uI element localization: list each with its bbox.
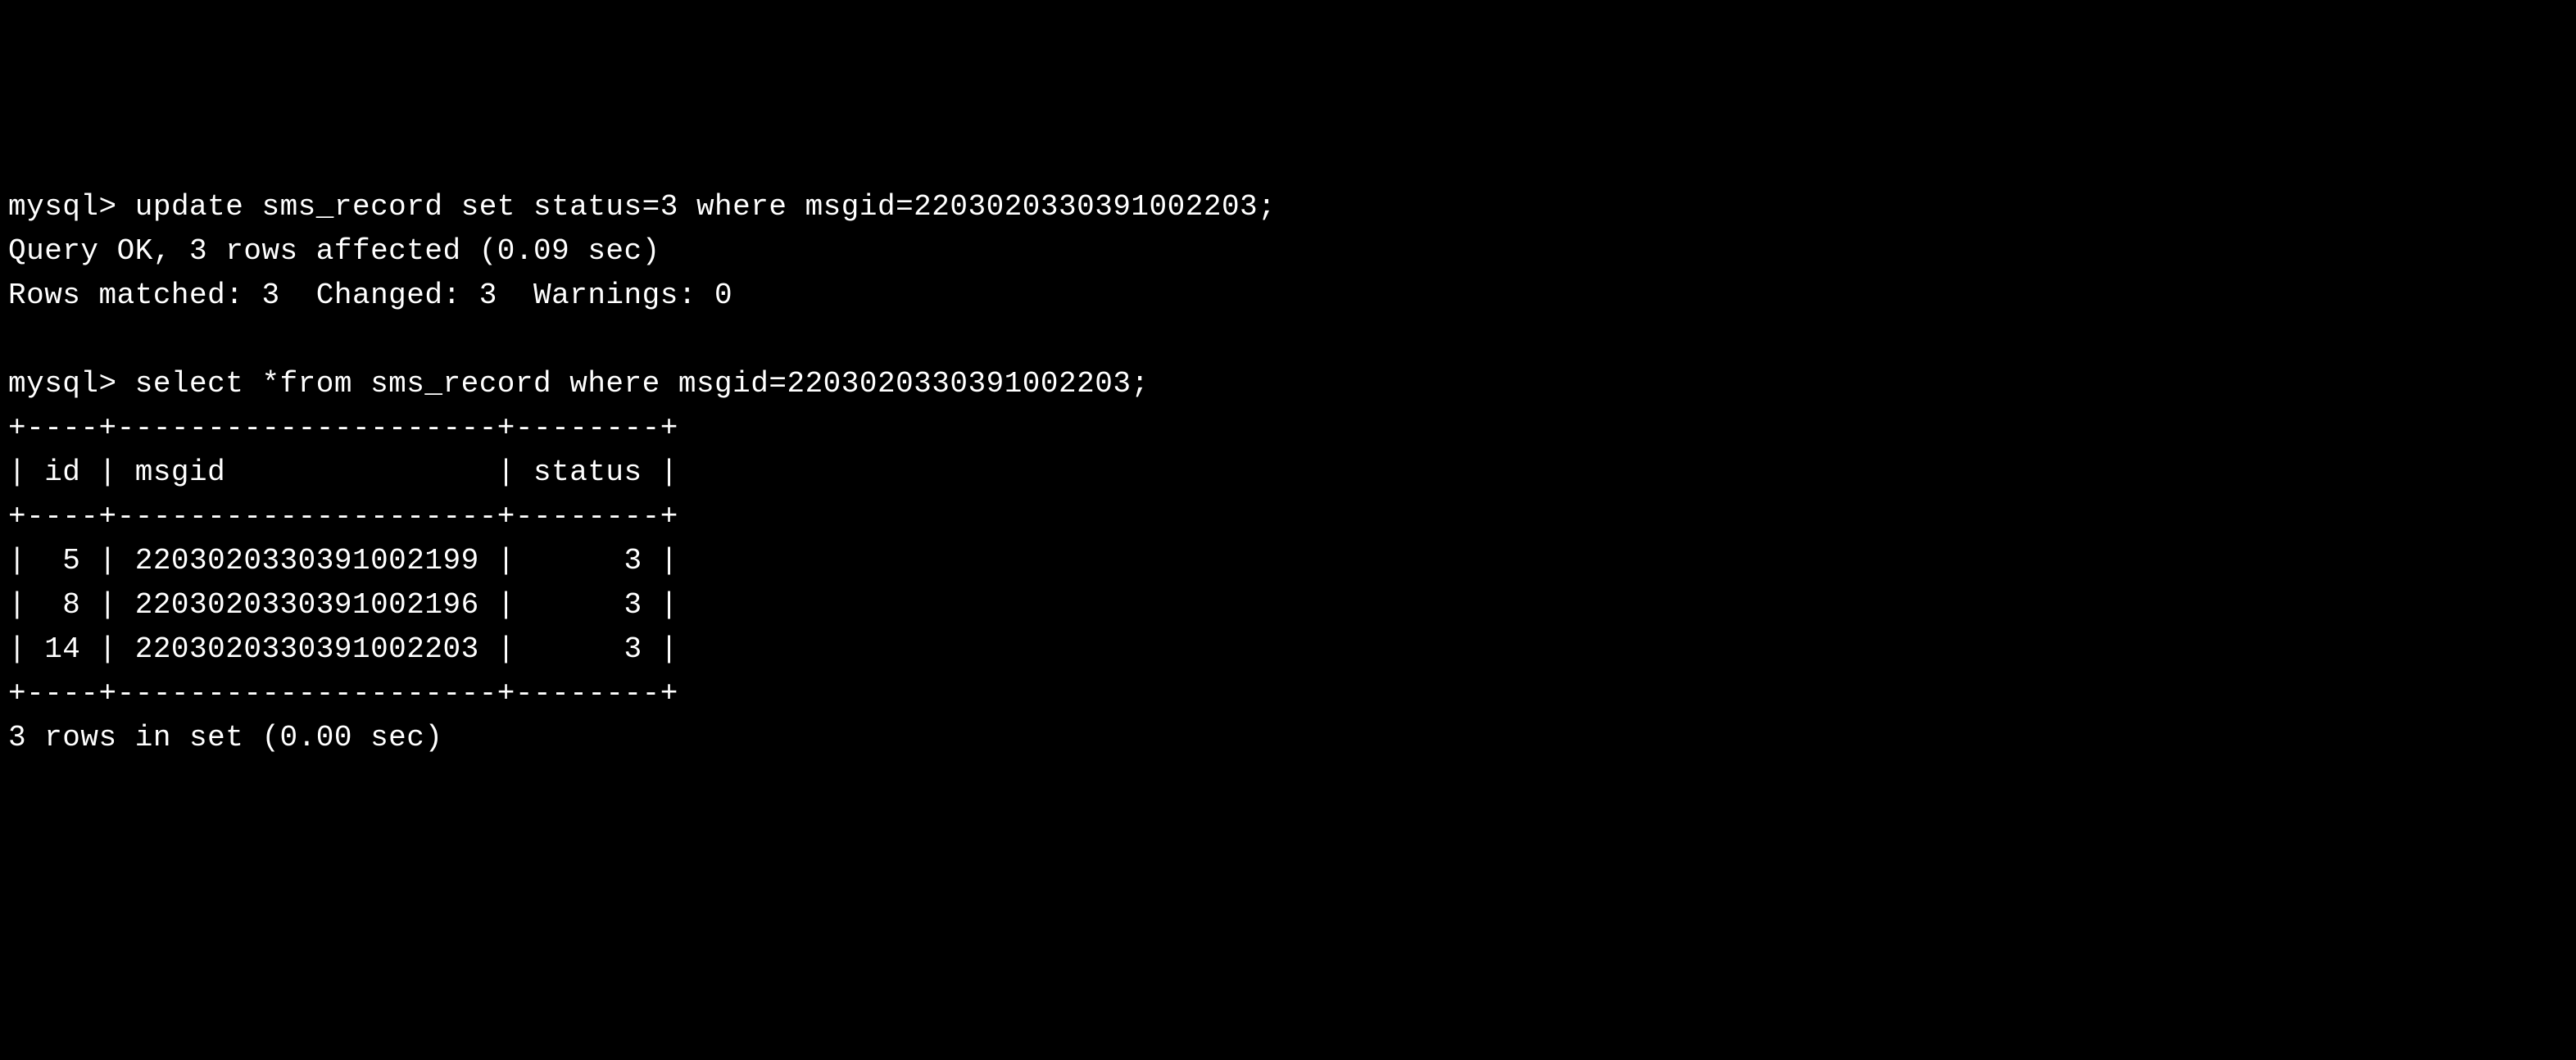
command-line-1: mysql> update sms_record set status=3 wh…: [8, 185, 2568, 229]
table-border-bottom: +----+---------------------+--------+: [8, 672, 2568, 716]
table-row: | 14 | 2203020330391002203 | 3 |: [8, 627, 2568, 672]
sql-command: update sms_record set status=3 where msg…: [135, 190, 1277, 224]
table-border-mid: +----+---------------------+--------+: [8, 495, 2568, 539]
sql-command: select *from sms_record where msgid=2203…: [135, 367, 1150, 401]
table-border-top: +----+---------------------+--------+: [8, 406, 2568, 451]
prompt: mysql>: [8, 367, 117, 401]
prompt: mysql>: [8, 190, 117, 224]
blank-line: [8, 318, 2568, 362]
table-header-row: | id | msgid | status |: [8, 451, 2568, 495]
table-row: | 5 | 2203020330391002199 | 3 |: [8, 539, 2568, 583]
table-row: | 8 | 2203020330391002196 | 3 |: [8, 583, 2568, 627]
terminal-output[interactable]: mysql> update sms_record set status=3 wh…: [8, 185, 2568, 760]
query-result-line: Query OK, 3 rows affected (0.09 sec): [8, 229, 2568, 274]
query-stats-line: Rows matched: 3 Changed: 3 Warnings: 0: [8, 274, 2568, 318]
query-result-line: 3 rows in set (0.00 sec): [8, 716, 2568, 760]
command-line-2: mysql> select *from sms_record where msg…: [8, 362, 2568, 406]
